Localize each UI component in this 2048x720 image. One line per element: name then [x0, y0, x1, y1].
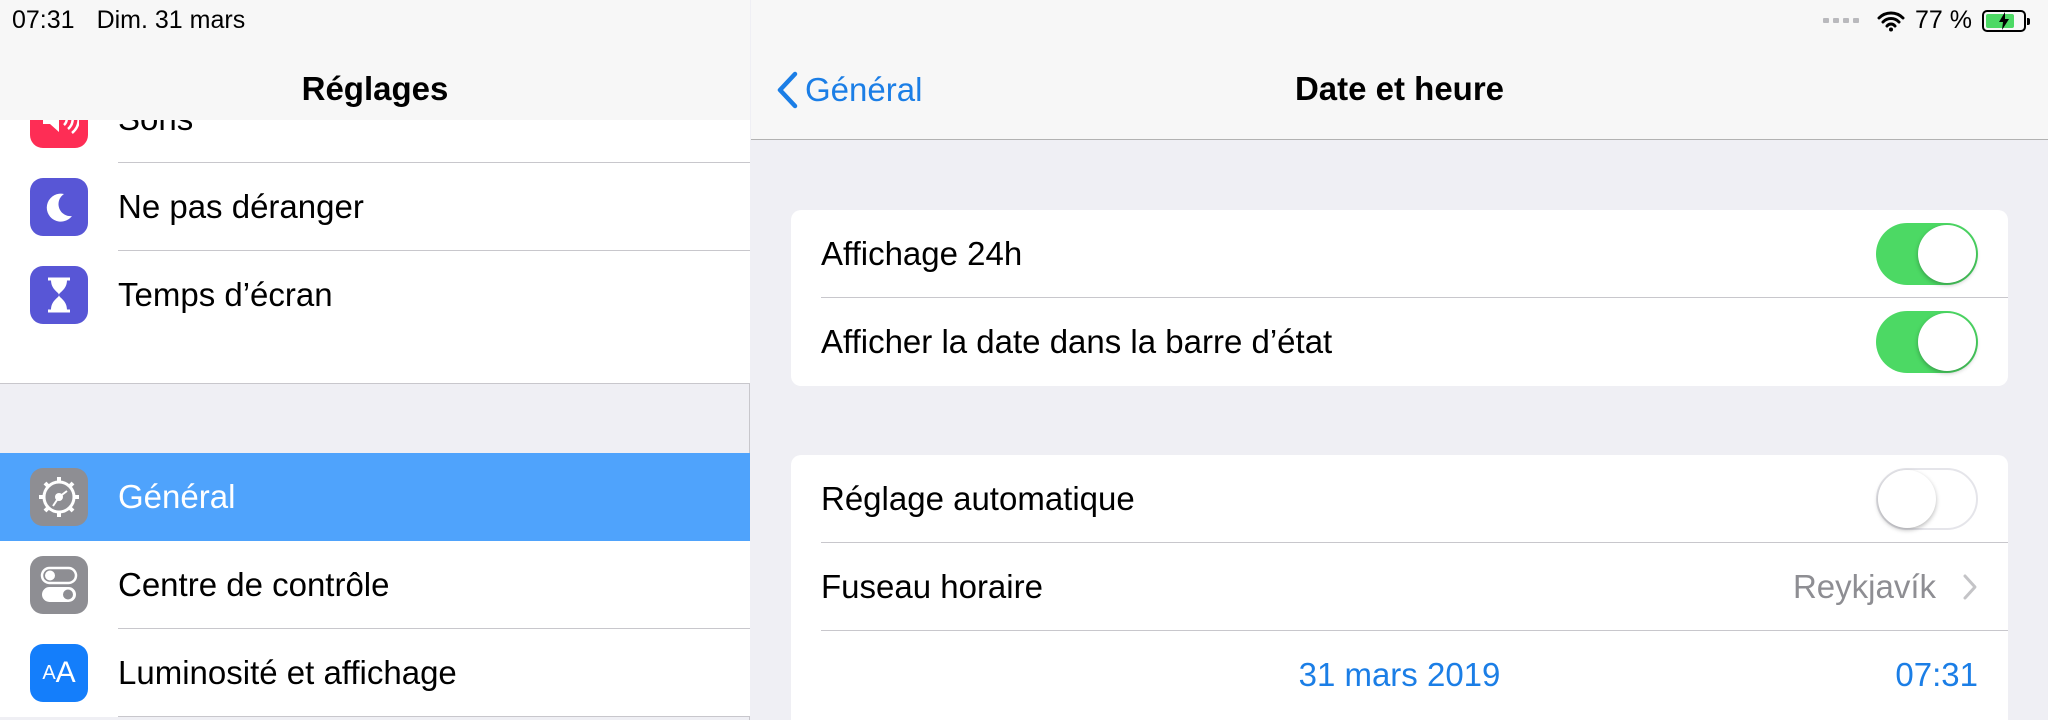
toggle-knob: [1878, 470, 1936, 528]
sidebar-item-luminosite[interactable]: AA Luminosité et affichage: [0, 629, 750, 717]
sidebar-item-temps-ecran[interactable]: Temps d’écran: [0, 251, 750, 339]
sidebar-item-label: Temps d’écran: [118, 276, 333, 313]
setting-row-date-time: 31 mars 2019 07:31: [791, 631, 2008, 719]
setting-label: Réglage automatique: [821, 480, 1135, 517]
toggle-knob: [1918, 313, 1976, 371]
sidebar-item-ne-pas-deranger[interactable]: Ne pas déranger: [0, 163, 750, 251]
battery-icon: [1982, 9, 2030, 32]
gear-icon: [30, 468, 88, 526]
detail-pane: Général Date et heure Affichage 24h Affi…: [751, 0, 2048, 720]
timezone-value: Reykjavík: [1792, 568, 1936, 605]
speaker-icon: [30, 120, 88, 148]
moon-icon: [30, 178, 88, 236]
text-size-icon: AA: [30, 644, 88, 702]
sidebar-item-sons[interactable]: Sons: [0, 120, 750, 163]
signal-icon: [1823, 18, 1860, 23]
sidebar-group-bottom: Général Centre de contrôle AA Luminosité…: [0, 453, 750, 717]
toggle-auto-set[interactable]: [1876, 468, 1978, 530]
divider: [118, 716, 750, 717]
settings-group-time: Réglage automatique Fuseau horaire Reykj…: [791, 455, 2008, 720]
status-bar-right: 77 %: [1823, 6, 2030, 35]
date-picker-value[interactable]: 31 mars 2019: [791, 656, 2008, 694]
charging-bolt-icon: [1999, 11, 2009, 30]
page-title: Date et heure: [1294, 70, 1505, 107]
sidebar-item-label: Luminosité et affichage: [118, 654, 457, 691]
chevron-right-icon: [1963, 574, 1977, 600]
sidebar-item-centre-de-controle[interactable]: Centre de contrôle: [0, 541, 750, 629]
toggle-24h[interactable]: [1876, 223, 1978, 285]
setting-row-date-status-bar: Afficher la date dans la barre d’état: [791, 298, 2008, 386]
hourglass-icon: [30, 266, 88, 324]
wifi-icon: [1877, 11, 1905, 31]
sidebar-item-label: Général: [118, 478, 236, 515]
toggles-icon: [30, 556, 88, 614]
time-picker-value[interactable]: 07:31: [1895, 656, 1978, 694]
status-bar-left: 07:31 Dim. 31 mars: [12, 6, 245, 35]
setting-row-auto: Réglage automatique: [791, 455, 2008, 543]
setting-row-24h: Affichage 24h: [791, 210, 2008, 298]
sidebar-item-label: Ne pas déranger: [118, 188, 364, 225]
toggle-knob: [1918, 225, 1976, 283]
sidebar-item-general[interactable]: Général: [0, 453, 750, 541]
setting-label: Fuseau horaire: [821, 568, 1043, 605]
setting-row-timezone[interactable]: Fuseau horaire Reykjavík: [791, 543, 2008, 631]
settings-sidebar: Réglages Sons Ne pas déranger: [0, 0, 750, 720]
setting-label: Affichage 24h: [821, 235, 1023, 272]
toggle-date-status-bar[interactable]: [1876, 311, 1978, 373]
sidebar-group-top: Sons Ne pas déranger Temps d’écran: [0, 120, 750, 383]
divider: [0, 383, 750, 384]
sidebar-title: Réglages: [301, 70, 449, 107]
settings-group-display: Affichage 24h Afficher la date dans la b…: [791, 210, 2008, 386]
status-time: 07:31: [12, 6, 75, 34]
setting-label: Afficher la date dans la barre d’état: [821, 323, 1333, 360]
sidebar-item-label: Centre de contrôle: [118, 566, 390, 603]
battery-percent: 77 %: [1915, 6, 1972, 34]
sidebar-item-label: Sons: [118, 120, 193, 138]
status-date: Dim. 31 mars: [96, 6, 246, 34]
